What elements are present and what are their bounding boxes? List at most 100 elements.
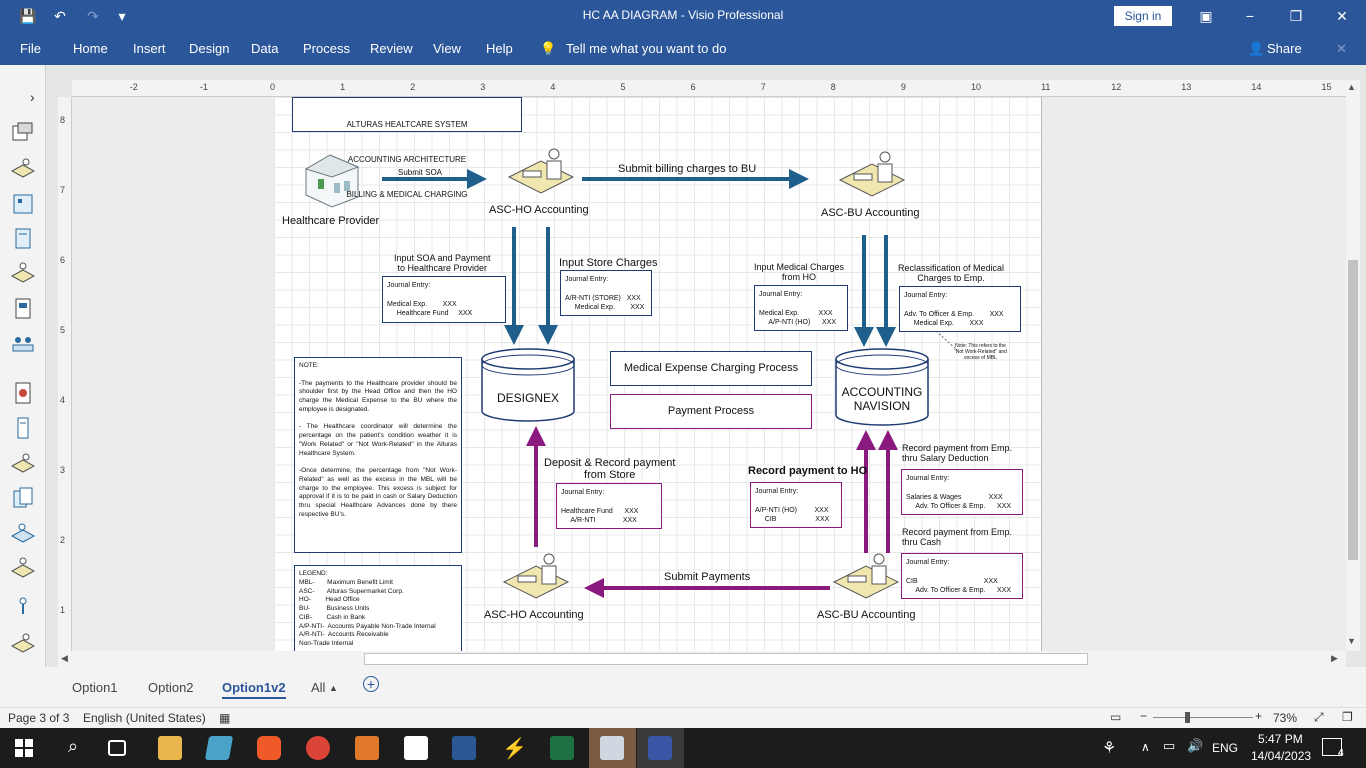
- expand-panel-icon[interactable]: ›: [30, 89, 35, 105]
- submit-billing-label: Submit billing charges to BU: [618, 163, 757, 175]
- ribbon-display-icon[interactable]: ▣: [1196, 6, 1216, 26]
- task-view-icon[interactable]: [108, 740, 126, 756]
- tab-design[interactable]: Design: [189, 41, 229, 56]
- legend-medical-process[interactable]: Medical Expense Charging Process: [610, 351, 812, 386]
- word-icon[interactable]: [452, 736, 476, 760]
- zoom-slider-thumb[interactable]: [1185, 712, 1190, 723]
- close-ribbon-icon[interactable]: ✕: [1336, 41, 1347, 57]
- fit-page-icon[interactable]: ⤢: [1314, 710, 1324, 725]
- tab-file[interactable]: File: [20, 41, 41, 56]
- accountant-shape-icon[interactable]: [10, 155, 36, 181]
- app-icon[interactable]: [355, 736, 379, 760]
- vertical-scroll-thumb[interactable]: [1348, 260, 1358, 560]
- search-icon[interactable]: ⌕: [61, 736, 85, 760]
- vertical-scrollbar[interactable]: ▲ ▼: [1346, 80, 1360, 651]
- legend-payment-process[interactable]: Payment Process: [610, 394, 812, 429]
- files-shape-icon[interactable]: [10, 485, 36, 511]
- asc-bu-bottom-icon[interactable]: [832, 553, 900, 599]
- record-ho-entry[interactable]: Journal Entry: A/P-NTI (HO) XXX CIB XXX: [750, 482, 842, 528]
- document-shape-icon[interactable]: [10, 380, 36, 406]
- scroll-up-icon[interactable]: ▲: [1347, 82, 1356, 92]
- horizontal-scroll-thumb[interactable]: [364, 653, 1088, 665]
- people-icon[interactable]: ⚘: [1102, 738, 1116, 758]
- person-shape-icon[interactable]: [10, 595, 36, 621]
- brave-browser-icon[interactable]: [257, 736, 281, 760]
- add-page-icon[interactable]: +: [363, 676, 379, 692]
- clock-time[interactable]: 5:47 PM: [1258, 732, 1303, 746]
- file-explorer-icon[interactable]: [158, 736, 182, 760]
- remote-app-icon[interactable]: [600, 736, 624, 760]
- reclass-entry[interactable]: Journal Entry: Adv. To Officer & Emp. XX…: [899, 286, 1021, 332]
- page-tab-option2[interactable]: Option2: [148, 680, 194, 695]
- all-pages-caret-icon[interactable]: ▲: [329, 683, 338, 693]
- chrome-icon[interactable]: [306, 736, 330, 760]
- clock-date[interactable]: 14/04/2023: [1251, 749, 1311, 763]
- switch-windows-icon[interactable]: ❐: [1342, 710, 1353, 724]
- page-number[interactable]: Page 3 of 3: [8, 711, 69, 725]
- lightbulb-icon: 💡: [540, 41, 557, 56]
- language-indicator[interactable]: ENG: [1212, 741, 1238, 755]
- tab-insert[interactable]: Insert: [133, 41, 166, 56]
- cabinet-shape-icon[interactable]: [10, 295, 36, 321]
- phone-shape-icon[interactable]: [10, 415, 36, 441]
- desk-shape-icon-2[interactable]: [10, 555, 36, 581]
- minimize-icon[interactable]: −: [1240, 6, 1260, 26]
- scroll-left-icon[interactable]: ◀: [61, 653, 68, 664]
- stencil-icon[interactable]: [10, 120, 36, 146]
- group-shape-icon[interactable]: [10, 330, 36, 356]
- tab-view[interactable]: View: [433, 41, 461, 56]
- scroll-right-icon[interactable]: ▶: [1331, 653, 1338, 664]
- tell-me-box[interactable]: Tell me what you want to do: [566, 41, 726, 56]
- asc-ho-bottom-icon[interactable]: [502, 553, 570, 599]
- windows-start-icon[interactable]: [12, 736, 36, 760]
- tab-review[interactable]: Review: [370, 41, 413, 56]
- zoom-out-icon[interactable]: −: [1140, 709, 1147, 723]
- presentation-mode-icon[interactable]: ▭: [1110, 710, 1121, 724]
- building-shape-icon[interactable]: [10, 190, 36, 216]
- page-tab-option1[interactable]: Option1: [72, 680, 118, 695]
- server-shape-icon[interactable]: [10, 225, 36, 251]
- diagram-header-box[interactable]: ALTURAS HEALTCARE SYSTEM ACCOUNTING ARCH…: [292, 97, 522, 199]
- zoom-in-icon[interactable]: +: [1255, 709, 1262, 723]
- drawing-canvas[interactable]: ALTURAS HEALTCARE SYSTEM ACCOUNTING ARCH…: [72, 97, 1346, 651]
- visio-icon[interactable]: [648, 736, 672, 760]
- accountant-shape-icon-2[interactable]: [10, 450, 36, 476]
- horizontal-scrollbar[interactable]: ◀ ▶: [58, 651, 1346, 667]
- volume-icon[interactable]: 🔊: [1187, 738, 1203, 754]
- chevron-up-icon[interactable]: ∧: [1141, 740, 1150, 754]
- page-tab-option1v2[interactable]: Option1v2: [222, 680, 286, 699]
- zoom-level[interactable]: 73%: [1273, 711, 1297, 725]
- legend-box[interactable]: LEGEND: MBL- Maximum Benefit Limit ASC- …: [294, 565, 462, 651]
- desk-shape-icon[interactable]: [10, 260, 36, 286]
- network-icon[interactable]: ▭: [1163, 738, 1175, 754]
- input-soa-entry[interactable]: Journal Entry: Medical Exp. XXX Healthca…: [382, 276, 506, 323]
- scroll-down-icon[interactable]: ▼: [1347, 636, 1356, 646]
- workstation-shape-icon[interactable]: [10, 520, 36, 546]
- asc-bu-top-icon[interactable]: [838, 151, 906, 197]
- note-box[interactable]: NOTE: -The payments to the Healthcare pr…: [294, 357, 462, 553]
- tab-data[interactable]: Data: [251, 41, 278, 56]
- input-medical-entry[interactable]: Journal Entry: Medical Exp. XXX A/P-NTI …: [754, 285, 848, 331]
- vnc-viewer-icon[interactable]: [404, 736, 428, 760]
- designex-cylinder[interactable]: [481, 348, 575, 422]
- accountant-shape-icon-3[interactable]: [10, 630, 36, 656]
- deposit-entry[interactable]: Journal Entry: Healthcare Fund XXX A/R-N…: [556, 483, 662, 529]
- record-cash-entry[interactable]: Journal Entry: CIB XXX Adv. To Officer &…: [901, 553, 1023, 599]
- sign-in-button[interactable]: Sign in: [1114, 6, 1172, 26]
- macro-icon[interactable]: ▦: [219, 711, 230, 725]
- tab-help[interactable]: Help: [486, 41, 513, 56]
- tab-process[interactable]: Process: [303, 41, 350, 56]
- record-salary-entry[interactable]: Journal Entry: Salaries & Wages XXX Adv.…: [901, 469, 1023, 515]
- zoom-slider[interactable]: [1153, 717, 1253, 718]
- drawing-page[interactable]: ALTURAS HEALTCARE SYSTEM ACCOUNTING ARCH…: [274, 97, 1042, 651]
- excel-icon[interactable]: [550, 736, 574, 760]
- lightning-app-icon[interactable]: ⚡: [502, 736, 527, 760]
- input-store-entry[interactable]: Journal Entry: A/R-NTI (STORE) XXX Medic…: [560, 270, 652, 316]
- page-tab-all[interactable]: All: [311, 680, 325, 695]
- tab-home[interactable]: Home: [73, 41, 108, 56]
- close-icon[interactable]: ✕: [1332, 6, 1352, 26]
- language-status[interactable]: English (United States): [83, 711, 206, 725]
- notes-app-icon[interactable]: [204, 736, 234, 760]
- restore-icon[interactable]: ❐: [1286, 6, 1306, 26]
- share-button[interactable]: Share: [1267, 41, 1302, 56]
